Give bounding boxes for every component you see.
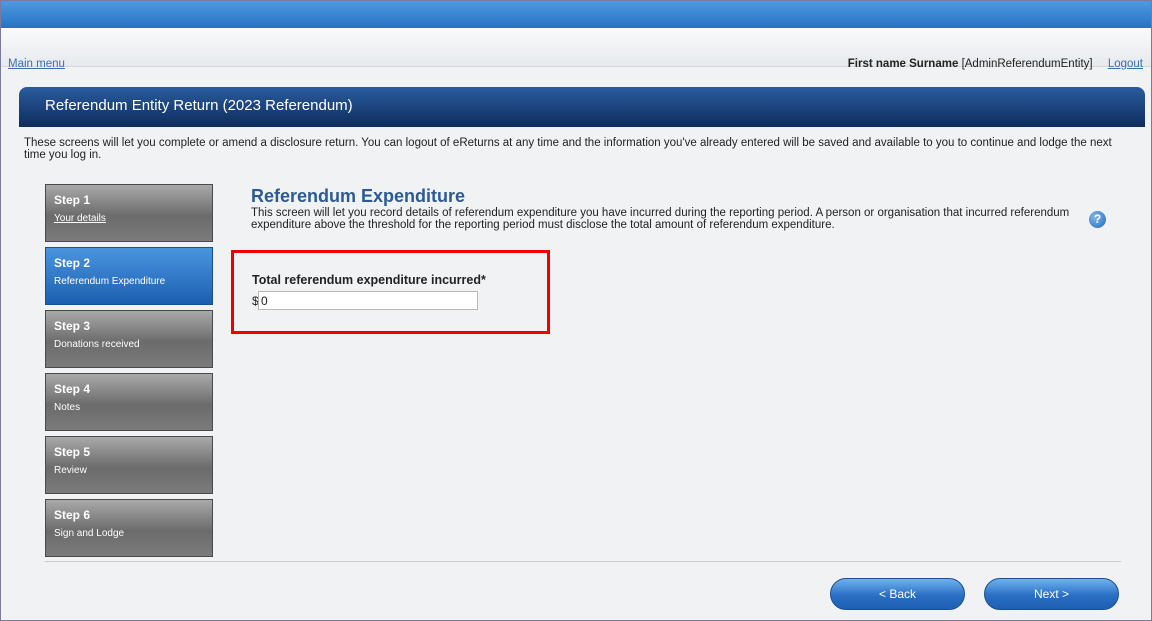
step-title: Step 4 <box>54 382 91 396</box>
step-subtitle: Referendum Expenditure <box>54 276 166 287</box>
user-info: First name Surname [AdminReferendumEntit… <box>848 58 1143 70</box>
step-5-review[interactable]: Step 5 Review <box>45 436 213 494</box>
next-button[interactable]: Next > <box>984 578 1119 610</box>
main-menu-link[interactable]: Main menu <box>8 58 65 70</box>
return-panel: Referendum Entity Return (2023 Referendu… <box>19 87 1145 620</box>
total-expenditure-input[interactable] <box>258 291 478 310</box>
panel-title: Referendum Entity Return (2023 Referendu… <box>45 97 353 114</box>
footer-divider <box>45 561 1121 562</box>
step-subtitle: Review <box>54 465 87 476</box>
user-name: First name Surname <box>847 58 959 70</box>
back-button[interactable]: < Back <box>830 578 965 610</box>
step-6-sign-and-lodge[interactable]: Step 6 Sign and Lodge <box>45 499 213 557</box>
step-title: Step 6 <box>54 508 91 522</box>
user-role: [AdminReferendumEntity] <box>961 58 1093 70</box>
step-1-your-details[interactable]: Step 1 Your details <box>45 184 213 242</box>
app-window: Main menu First name Surname [AdminRefer… <box>0 0 1152 621</box>
step-title: Step 2 <box>54 256 91 270</box>
step-2-referendum-expenditure[interactable]: Step 2 Referendum Expenditure <box>45 247 213 305</box>
section-description: This screen will let you record details … <box>251 207 1070 231</box>
total-expenditure-label: Total referendum expenditure incurred* <box>252 273 486 287</box>
step-subtitle-link[interactable]: Your details <box>54 213 106 224</box>
expenditure-section: Referendum Expenditure This screen will … <box>251 186 1131 231</box>
step-title: Step 1 <box>54 193 91 207</box>
panel-header: Referendum Entity Return (2023 Referendu… <box>19 87 1145 127</box>
step-subtitle: Donations received <box>54 339 140 350</box>
question-mark-icon[interactable]: ? <box>1089 211 1106 228</box>
logout-link[interactable]: Logout <box>1108 58 1143 70</box>
user-bar: Main menu First name Surname [AdminRefer… <box>1 28 1151 70</box>
step-title: Step 3 <box>54 319 91 333</box>
section-heading: Referendum Expenditure <box>251 186 466 206</box>
step-subtitle: Sign and Lodge <box>54 528 125 539</box>
step-4-notes[interactable]: Step 4 Notes <box>45 373 213 431</box>
top-bar <box>1 1 1151 28</box>
intro-text: These screens will let you complete or a… <box>24 137 1112 161</box>
step-title: Step 5 <box>54 445 91 459</box>
step-subtitle: Notes <box>54 402 81 413</box>
step-3-donations-received[interactable]: Step 3 Donations received <box>45 310 213 368</box>
